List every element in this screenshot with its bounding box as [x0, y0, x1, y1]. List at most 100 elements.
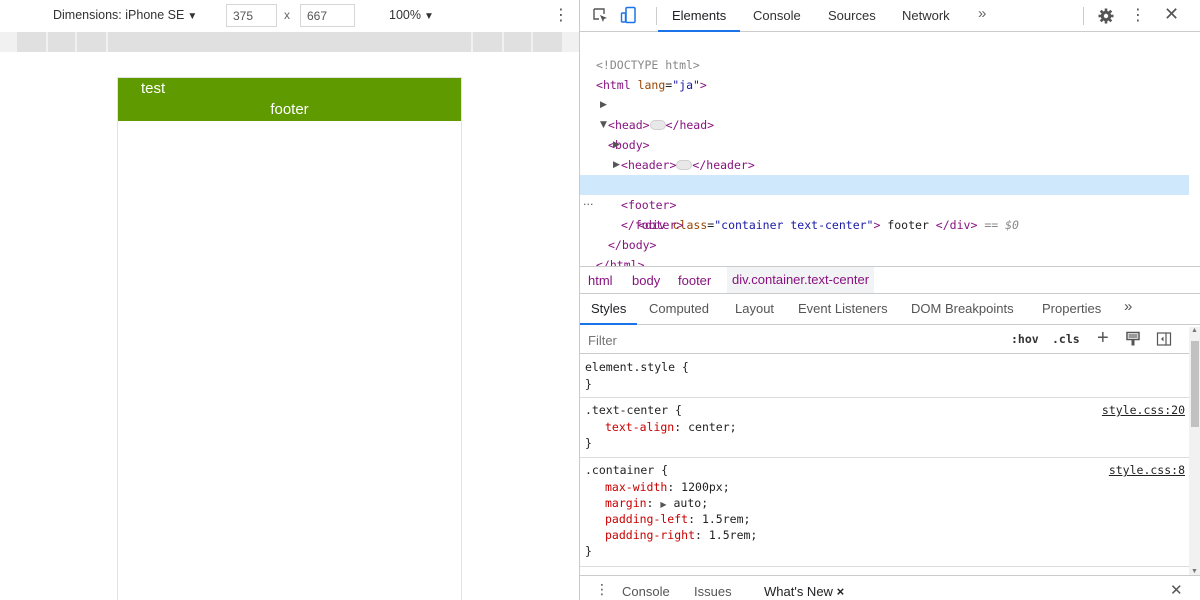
css-declaration[interactable]: text-align: center;: [605, 419, 737, 435]
breadcrumb-html[interactable]: html: [588, 273, 613, 288]
media-query-ruler: [0, 32, 579, 52]
rendering-emulation-paint-icon[interactable]: [1125, 331, 1141, 347]
media-query-bar[interactable]: [108, 32, 471, 52]
width-input[interactable]: 375: [226, 4, 277, 27]
style-rule-text-center[interactable]: .text-center { style.css:20 text-align: …: [580, 398, 1189, 458]
dom-node-html-close[interactable]: </html>: [580, 235, 1189, 272]
css-declaration[interactable]: padding-left: 1.5rem;: [605, 511, 750, 527]
tab-properties[interactable]: Properties: [1042, 301, 1101, 316]
style-rule-container[interactable]: .container { style.css:8 max-width: 1200…: [580, 458, 1189, 567]
tab-console[interactable]: Console: [753, 8, 801, 23]
drawer-tabbar: ⋮ Console Issues What's New × ✕: [580, 575, 1200, 600]
close-devtools-icon[interactable]: ✕: [1164, 4, 1179, 25]
scroll-down-arrow-icon[interactable]: ▼: [1191, 568, 1198, 575]
device-toolbar-toggle-icon[interactable]: [620, 6, 638, 24]
settings-gear-icon[interactable]: [1097, 7, 1115, 25]
dom-node-head[interactable]: ▶ <head> </head>: [580, 75, 1189, 132]
device-select[interactable]: Dimensions: iPhone SE ▼: [53, 8, 197, 22]
dom-node-div-selected[interactable]: ··· <div class="container text-center"> …: [580, 175, 1189, 232]
tab-layout[interactable]: Layout: [735, 301, 774, 316]
times-sign: x: [284, 8, 290, 22]
rule-close-brace: }: [585, 377, 592, 391]
dom-node-doctype[interactable]: <!DOCTYPE html>: [580, 35, 1189, 72]
dom-node-footer[interactable]: ▼ <footer>: [580, 155, 1189, 212]
active-tab-indicator: [658, 30, 740, 32]
breadcrumb-div-container[interactable]: div.container.text-center: [727, 267, 875, 293]
dom-tree: <!DOCTYPE html> <html lang="ja"> ▶ <head…: [580, 33, 1200, 272]
page-footer-text: footer: [270, 101, 309, 118]
media-query-bar[interactable]: [48, 32, 75, 52]
drawer-menu-kebab-icon[interactable]: ⋮: [595, 581, 609, 598]
rule-source-link[interactable]: style.css:20: [1102, 402, 1185, 418]
inspect-element-icon[interactable]: [591, 6, 609, 24]
css-declaration[interactable]: margin: ▶ auto;: [605, 495, 708, 511]
media-query-bar[interactable]: [77, 32, 106, 52]
new-style-rule-plus-icon[interactable]: +: [1097, 327, 1109, 350]
styles-scrollbar[interactable]: ▲ ▼: [1189, 327, 1200, 575]
device-select-label: Dimensions: iPhone SE: [53, 8, 185, 22]
media-query-bar[interactable]: [473, 32, 502, 52]
style-rule-element-style[interactable]: element.style { }: [580, 355, 1189, 398]
css-declaration[interactable]: max-width: 1200px;: [605, 479, 730, 495]
media-query-bar[interactable]: [533, 32, 562, 52]
tab-elements[interactable]: Elements: [672, 8, 726, 23]
tab-event-listeners[interactable]: Event Listeners: [798, 301, 888, 316]
close-drawer-icon[interactable]: ✕: [1170, 581, 1183, 599]
tab-sources[interactable]: Sources: [828, 8, 876, 23]
drawer-tab-console[interactable]: Console: [622, 584, 670, 599]
zoom-select-label: 100%: [389, 8, 421, 22]
rule-close-brace: }: [585, 436, 592, 450]
dom-node-header[interactable]: ▶ <header> </header>: [580, 115, 1189, 172]
rule-close-brace: }: [585, 544, 592, 558]
expand-shorthand-triangle-icon: ▶: [660, 500, 667, 509]
tab-computed[interactable]: Computed: [649, 301, 709, 316]
drawer-tab-whats-new-label: What's New: [764, 584, 833, 599]
device-viewport[interactable]: test footer: [117, 77, 462, 600]
scroll-up-arrow-icon[interactable]: ▲: [1191, 327, 1198, 334]
rule-selector: .container {: [585, 463, 669, 477]
computed-sidebar-toggle-icon[interactable]: [1156, 331, 1172, 347]
css-declaration[interactable]: padding-right: 1.5rem;: [605, 527, 757, 543]
drawer-tab-issues[interactable]: Issues: [694, 584, 732, 599]
dom-node-html[interactable]: <html lang="ja">: [580, 55, 1189, 92]
rule-selector: .text-center {: [585, 403, 682, 417]
caret-down-icon: ▼: [187, 11, 198, 22]
toolbar-divider: [1083, 7, 1084, 25]
device-options-kebab-icon[interactable]: ⋮: [553, 5, 569, 27]
class-toggle[interactable]: .cls: [1052, 332, 1080, 346]
page-test-text: test: [141, 80, 166, 97]
page-header-bar: test footer: [118, 78, 461, 121]
breadcrumb-body[interactable]: body: [632, 273, 660, 288]
more-tabs-chevron-icon[interactable]: »: [978, 5, 986, 22]
height-input[interactable]: 667: [300, 4, 355, 27]
drawer-tab-whats-new[interactable]: What's New ×: [764, 584, 844, 599]
dom-node-body[interactable]: ▼ <body>: [580, 95, 1189, 152]
styles-filter-input[interactable]: [584, 330, 996, 350]
dom-node-footer-close[interactable]: </footer>: [580, 195, 1189, 232]
device-emulation-pane: Dimensions: iPhone SE ▼ 375 x 667 100% ▼ ⋮…: [0, 0, 579, 600]
dom-node-main[interactable]: ▶ <main></main>: [580, 135, 1189, 192]
dom-node-body-close[interactable]: </body>: [580, 215, 1189, 252]
toolbar-divider: [656, 7, 657, 25]
customize-kebab-icon[interactable]: ⋮: [1130, 5, 1146, 25]
devtools-toolbar: Elements Console Sources Network » ⋮ ✕: [580, 0, 1200, 32]
tab-styles[interactable]: Styles: [591, 301, 626, 316]
rule-source-link[interactable]: style.css:8: [1109, 462, 1185, 478]
media-query-bar[interactable]: [504, 32, 531, 52]
sidebar-tabs: Styles Computed Layout Event Listeners D…: [580, 295, 1200, 325]
breadcrumb: html body footer div.container.text-cent…: [580, 266, 1200, 294]
close-tab-icon[interactable]: ×: [837, 584, 845, 599]
breadcrumb-footer[interactable]: footer: [678, 273, 711, 288]
active-subtab-indicator: [580, 323, 637, 325]
caret-down-icon: ▼: [423, 11, 434, 22]
rule-selector: element.style {: [585, 360, 689, 374]
more-subtabs-chevron-icon[interactable]: »: [1124, 298, 1132, 315]
zoom-select[interactable]: 100% ▼: [389, 8, 434, 22]
tab-dom-breakpoints[interactable]: DOM Breakpoints: [911, 301, 1014, 316]
hover-state-toggle[interactable]: :hov: [1011, 332, 1039, 346]
device-toolbar: Dimensions: iPhone SE ▼ 375 x 667 100% ▼ ⋮: [0, 0, 579, 32]
media-query-bar[interactable]: [17, 32, 46, 52]
styles-filter-bar: :hov .cls +: [580, 326, 1189, 354]
scrollbar-thumb[interactable]: [1191, 341, 1199, 427]
tab-network[interactable]: Network: [902, 8, 950, 23]
